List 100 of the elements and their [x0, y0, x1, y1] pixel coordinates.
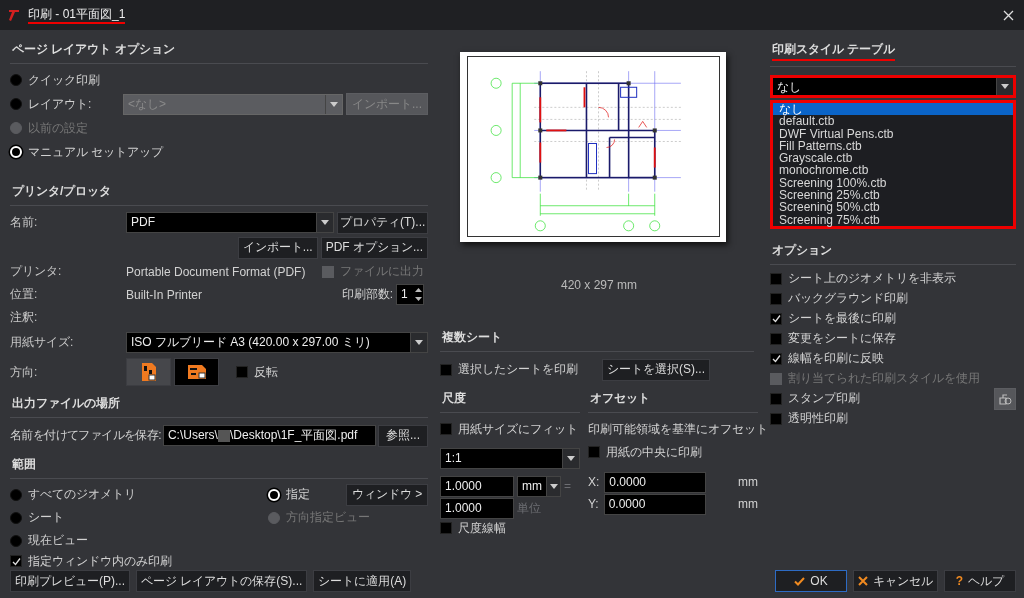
radio-option[interactable]: クイック印刷: [10, 70, 100, 90]
radio-button[interactable]: [10, 98, 22, 110]
footer-button[interactable]: 印刷プレビュー(P)...: [10, 570, 130, 592]
field-label: 注釈:: [10, 309, 39, 326]
list-item[interactable]: Screening 100%.ctb: [773, 176, 1013, 190]
help-button[interactable]: ? ヘルプ: [944, 570, 1016, 592]
scale-dropdown[interactable]: 1:1: [440, 447, 580, 469]
radio-button[interactable]: [10, 534, 22, 547]
list-item[interactable]: なし: [773, 103, 1013, 116]
stamp-icon: [998, 392, 1012, 405]
section-heading: オフセット: [590, 390, 650, 407]
landscape-page-icon: [186, 364, 207, 380]
radio-option[interactable]: 現在ビュー: [10, 530, 268, 551]
footer-button[interactable]: ページ レイアウトの保存(S)...: [136, 570, 308, 592]
browse-button[interactable]: 参照...: [378, 424, 428, 447]
equals-sign: =: [564, 479, 571, 493]
list-item[interactable]: monochrome.ctb: [773, 164, 1013, 177]
checkbox[interactable]: [770, 392, 782, 405]
section-heading: 複数シート: [442, 329, 502, 346]
checkbox[interactable]: [770, 332, 782, 345]
field-label: X:: [588, 475, 600, 489]
properties-button[interactable]: プロパティ(T)...: [337, 211, 428, 234]
list-item[interactable]: Screening 50%.ctb: [773, 201, 1013, 214]
footer-button[interactable]: シートに適用(A): [313, 570, 412, 592]
file-path-field[interactable]: C:\Users\ \Desktop\1F_平面図.pdf: [162, 425, 376, 446]
checkbox[interactable]: [440, 423, 452, 435]
landscape-orientation-button[interactable]: [174, 358, 219, 386]
checkbox[interactable]: [236, 366, 248, 378]
field-label: 名前を付けてファイルを保存:: [10, 427, 161, 444]
printer-dropdown[interactable]: PDF: [126, 212, 335, 233]
checkbox-option[interactable]: 指定ウィンドウ内のみ印刷: [10, 551, 172, 571]
checkbox-option[interactable]: バックグラウンド印刷: [770, 288, 908, 309]
cancel-button[interactable]: キャンセル: [853, 570, 938, 592]
portrait-page-icon: [140, 362, 157, 382]
checkbox[interactable]: [440, 522, 452, 534]
checkmark-icon: [11, 556, 21, 566]
style-table-dropdown[interactable]: なし: [770, 75, 1016, 98]
list-item[interactable]: Screening 75%.ctb: [773, 213, 1013, 226]
checkbox-option[interactable]: 用紙サイズにフィット: [440, 419, 578, 439]
checkbox-option[interactable]: シート上のジオメトリを非表示: [770, 268, 956, 289]
field-label: Y:: [588, 497, 599, 511]
check-icon: [794, 576, 806, 586]
checkbox-option[interactable]: 尺度線幅: [440, 518, 506, 538]
checkbox[interactable]: [440, 363, 452, 376]
list-item[interactable]: Fill Patterns.ctb: [773, 139, 1013, 153]
offset-y-field[interactable]: 0.0000: [603, 493, 706, 515]
caret-icon: [321, 220, 330, 225]
checkbox-option[interactable]: シートを最後に印刷: [770, 308, 896, 329]
list-item[interactable]: DWF Virtual Pens.ctb: [773, 127, 1013, 140]
checkbox[interactable]: [10, 555, 22, 567]
offset-x-field[interactable]: 0.0000: [604, 471, 707, 493]
unit-dropdown[interactable]: mm: [517, 475, 561, 497]
checkbox-option[interactable]: 変更をシートに保存: [770, 328, 896, 349]
radio-option[interactable]: 指定: [268, 484, 346, 505]
checkbox-option[interactable]: 線幅を印刷に反映: [770, 348, 884, 369]
checkbox[interactable]: [588, 446, 600, 458]
section-heading: 範囲: [12, 456, 36, 473]
list-item[interactable]: Grayscale.ctb: [773, 152, 1013, 165]
radio-option[interactable]: マニュアル セットアップ: [10, 142, 164, 162]
scale-value-field[interactable]: 1.0000: [440, 475, 514, 497]
scale-value-field[interactable]: 1.0000: [440, 497, 514, 519]
field-label: 位置:: [10, 286, 39, 303]
select-sheets-button[interactable]: シートを選択(S)...: [602, 358, 710, 381]
portrait-orientation-button[interactable]: [126, 358, 171, 386]
paper-size-dropdown[interactable]: ISO フルブリード A3 (420.00 x 297.00 ミリ): [126, 332, 428, 353]
import-button[interactable]: インポート...: [237, 236, 318, 259]
checkbox-option[interactable]: スタンプ印刷: [770, 388, 860, 409]
checkbox-option[interactable]: 反転: [236, 362, 278, 382]
list-item[interactable]: Screening 25%.ctb: [773, 189, 1013, 202]
window-title: 印刷 - 01平面図_1: [28, 6, 126, 24]
pdf-options-button[interactable]: PDF オプション...: [320, 236, 428, 259]
checkbox[interactable]: [770, 292, 782, 305]
copies-spinner[interactable]: 1: [396, 284, 424, 305]
list-item[interactable]: default.ctb: [773, 115, 1013, 128]
ok-button[interactable]: OK: [775, 570, 847, 592]
checkbox-option[interactable]: 用紙の中央に印刷: [588, 442, 702, 462]
radio-option[interactable]: すべてのジオメトリ: [10, 484, 268, 505]
radio-option[interactable]: シート: [10, 507, 268, 528]
checkbox[interactable]: [770, 412, 782, 425]
radio-button[interactable]: [10, 511, 22, 524]
caret-icon: [415, 340, 423, 345]
checkbox-option[interactable]: 透明性印刷: [770, 408, 848, 429]
radio-button[interactable]: [10, 488, 22, 501]
checkbox[interactable]: [770, 272, 782, 285]
section-heading: プリンタ/プロッタ: [12, 183, 112, 200]
field-label: プリンタ:: [10, 263, 63, 280]
checkbox[interactable]: [770, 352, 782, 365]
help-icon: ?: [955, 574, 964, 588]
caret-icon: [1001, 84, 1009, 89]
checkbox-option[interactable]: 選択したシートを印刷: [440, 359, 599, 380]
close-icon[interactable]: [1003, 9, 1014, 21]
checkbox[interactable]: [770, 312, 782, 325]
section-heading: ページ レイアウト オプション: [12, 41, 175, 58]
radio-option[interactable]: レイアウト:: [10, 94, 92, 114]
unit-label: mm: [738, 475, 758, 489]
window-button[interactable]: ウィンドウ >: [346, 483, 428, 506]
spinner-arrows-icon: [414, 286, 423, 303]
radio-button[interactable]: [10, 74, 22, 86]
checkmark-icon: [771, 354, 781, 364]
style-table-list[interactable]: なし default.ctb DWF Virtual Pens.ctb Fill Patterns.ctb Grayscale.ctb monochrome.ctb Screening 100%.ctb Screening 25%.ctb Screening 50%.ctb Screening 75%.ctb: [770, 100, 1016, 229]
